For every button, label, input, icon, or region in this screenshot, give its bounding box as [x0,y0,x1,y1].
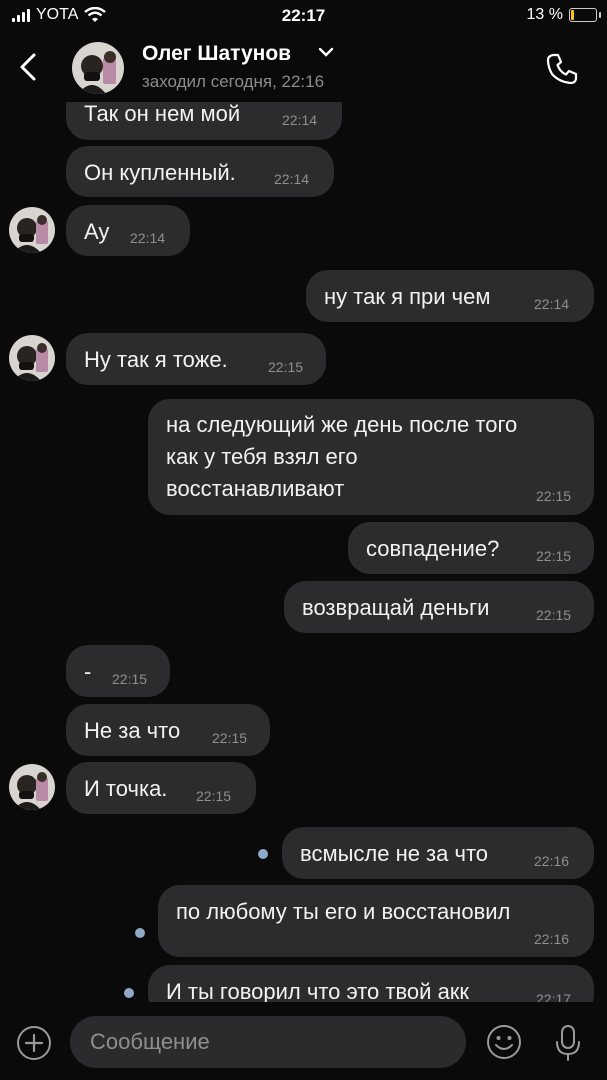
message-time: 22:15 [196,788,232,804]
message-line: на следующий же день после того [166,412,518,437]
avatar[interactable] [9,335,55,381]
avatar[interactable] [72,42,124,94]
message-bubble-incoming[interactable]: Ну так я тоже. 22:15 [66,333,326,385]
message-time: 22:15 [268,359,304,375]
message-line: как у тебя взял его [166,444,358,469]
message-text: ну так я при чем [324,284,491,309]
message-bubble-incoming[interactable]: И точка. 22:15 [66,762,256,814]
last-seen: заходил сегодня, 22:16 [142,72,325,91]
message-bubble-outgoing[interactable]: И ты говорил что это твой акк 22:17 [148,965,594,1002]
message-text: совпадение? [366,536,500,561]
message-time: 22:17 [536,991,572,1002]
chat-header: Олег Шатунов заходил сегодня, 22:16 [0,32,607,102]
message-time: 22:15 [112,671,148,687]
contact-name[interactable]: Олег Шатунов [142,42,291,66]
message-text: Так он нем мой [84,102,241,126]
message-time: 22:15 [536,548,572,564]
message-time: 22:16 [534,931,570,947]
phone-icon[interactable] [545,52,579,86]
chevron-down-icon[interactable] [318,46,334,58]
message-bubble-outgoing[interactable]: возвращай деньги 22:15 [284,581,594,633]
message-text: Ау [84,219,110,244]
plus-icon[interactable] [16,1025,52,1061]
message-text: Он купленный. [84,160,236,185]
message-time: 22:14 [274,171,310,187]
message-text: И ты говорил что это твой акк [166,979,470,1002]
message-bubble-incoming[interactable]: Так он нем мой 22:14 [66,102,342,140]
message-time: 22:15 [212,730,248,746]
microphone-icon[interactable] [552,1023,584,1063]
unread-dot [124,988,134,998]
clock: 22:17 [281,6,326,25]
message-time: 22:14 [534,296,570,312]
battery-percent: 13 % [526,6,563,23]
message-time: 22:14 [282,112,318,128]
message-bubble-outgoing[interactable]: совпадение? 22:15 [348,522,594,574]
message-text: всмысле не за что [300,841,489,866]
message-time: 22:15 [536,607,572,623]
message-text: Ну так я тоже. [84,347,228,372]
status-bar: YOTA 22:17 13 % [0,0,607,32]
message-line: восстанавливают [166,476,345,501]
unread-dot [135,928,145,938]
message-input[interactable] [70,1016,466,1068]
battery-icon [569,8,601,22]
message-bubble-incoming[interactable]: Ау 22:14 [66,205,190,256]
message-time: 22:14 [130,230,166,246]
message-bubble-outgoing[interactable]: ну так я при чем 22:14 [306,270,594,322]
avatar[interactable] [9,764,55,810]
message-bubble-incoming[interactable]: Он купленный. 22:14 [66,146,334,197]
message-bubble-outgoing[interactable]: всмысле не за что 22:16 [282,827,594,879]
message-text: Не за что [84,718,181,743]
message-time: 22:16 [534,853,570,869]
message-list[interactable]: Так он нем мой 22:14 Он купленный. 22:14… [0,102,607,1002]
message-text: И точка. [84,776,168,801]
unread-dot [258,849,268,859]
message-text: возвращай деньги [302,595,490,620]
message-time: 22:15 [536,488,572,504]
avatar[interactable] [9,207,55,253]
input-bar [0,1005,607,1080]
message-bubble-outgoing[interactable]: по любому ты его и восстановил 22:16 [158,885,594,957]
message-bubble-outgoing[interactable]: на следующий же день после того как у те… [148,399,594,515]
battery-area: 13 % [526,6,601,24]
message-bubble-incoming[interactable]: Не за что 22:15 [66,704,270,756]
message-bubble-incoming[interactable]: - 22:15 [66,645,170,697]
back-icon[interactable] [14,50,42,84]
message-text: по любому ты его и восстановил [176,899,511,924]
message-text: - [84,659,92,684]
emoji-icon[interactable] [486,1024,522,1060]
